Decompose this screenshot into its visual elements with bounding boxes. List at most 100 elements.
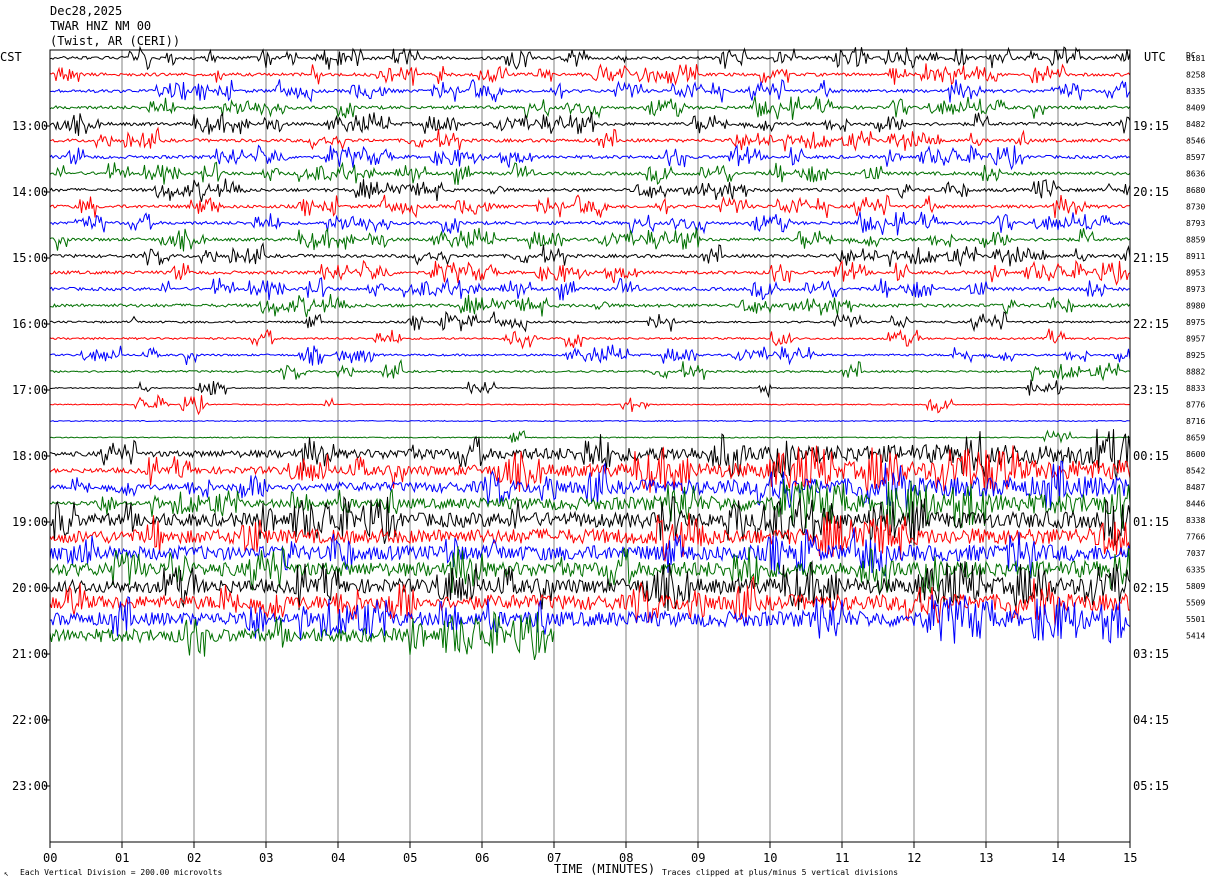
dc-offset-label: 8597 [1186, 153, 1205, 162]
seismic-trace [49, 429, 1130, 444]
seismic-trace [49, 227, 1131, 252]
seismic-trace [49, 111, 1131, 136]
seismic-trace [49, 211, 1131, 236]
dc-offset-label: 5509 [1186, 599, 1205, 608]
dc-offset-label: 8911 [1186, 252, 1205, 261]
left-hour-label: 18:00 [12, 449, 48, 463]
dc-offset-label: 8925 [1186, 351, 1205, 360]
seismic-trace [49, 194, 1131, 219]
seismic-trace [49, 594, 1131, 644]
dc-offset-label: 8546 [1186, 137, 1205, 146]
x-tick-label: 01 [115, 851, 129, 865]
left-hour-label: 17:00 [12, 383, 48, 397]
dc-offset-label: 8833 [1186, 384, 1205, 393]
seismic-trace [49, 379, 1131, 399]
dc-offset-label: 8181 [1186, 54, 1205, 63]
x-tick-label: 06 [475, 851, 489, 865]
cst-axis-label: CST [0, 50, 22, 64]
seismic-trace [49, 242, 1131, 268]
right-hour-label: 20:15 [1133, 185, 1169, 199]
footer-scale-note: Each Vertical Division = 200.00 microvol… [20, 868, 222, 877]
x-tick-label: 13 [979, 851, 993, 865]
left-hour-label: 13:00 [12, 119, 48, 133]
x-tick-label: 04 [331, 851, 345, 865]
left-hour-label: 15:00 [12, 251, 48, 265]
right-hour-label: 23:15 [1133, 383, 1169, 397]
dc-offset-label: 8953 [1186, 269, 1205, 278]
seismic-trace [49, 277, 1131, 301]
x-tick-label: 10 [763, 851, 777, 865]
dc-offset-label: 8680 [1186, 186, 1205, 195]
seismic-trace [49, 358, 1131, 382]
x-tick-label: 09 [691, 851, 705, 865]
dc-offset-label: 8258 [1186, 71, 1205, 80]
seismic-trace [49, 393, 1131, 416]
right-hour-label: 04:15 [1133, 713, 1169, 727]
x-axis-title: TIME (MINUTES) [554, 862, 655, 876]
dc-offset-label: 8793 [1186, 219, 1205, 228]
left-hour-label: 23:00 [12, 779, 48, 793]
dc-offset-label: 8446 [1186, 500, 1205, 509]
x-tick-label: 02 [187, 851, 201, 865]
dc-offset-label: 8716 [1186, 417, 1205, 426]
dc-offset-label: 8957 [1186, 335, 1205, 344]
dc-offset-label: 8973 [1186, 285, 1205, 294]
scale-mark-icon: ↖ [4, 869, 9, 878]
seismic-trace [49, 144, 1131, 171]
left-hour-label: 19:00 [12, 515, 48, 529]
dc-offset-label: 8487 [1186, 483, 1205, 492]
dc-offset-labels: 8181 8258 8335 8409 8482 8546 8597 8636 8680 8730… [1186, 54, 1205, 641]
dc-offset-label: 8776 [1186, 401, 1205, 410]
left-hour-label: 16:00 [12, 317, 48, 331]
utc-axis-label: UTC [1144, 50, 1166, 64]
dc-offset-label: 5501 [1186, 615, 1205, 624]
right-hour-label: 03:15 [1133, 647, 1169, 661]
x-tick-label: 14 [1051, 851, 1065, 865]
left-hour-label: 14:00 [12, 185, 48, 199]
left-hour-label: 20:00 [12, 581, 48, 595]
dc-offset-label: 8859 [1186, 236, 1205, 245]
dc-offset-label: 8600 [1186, 450, 1205, 459]
x-tick-label: 05 [403, 851, 417, 865]
seismic-trace [49, 259, 1131, 286]
x-tick-label: 11 [835, 851, 849, 865]
seismic-trace [49, 344, 1131, 366]
right-hour-label: 19:15 [1133, 119, 1169, 133]
right-hour-label: 02:15 [1133, 581, 1169, 595]
right-hour-labels: 19:15 20:15 21:15 22:15 23:15 00:15 01:15 02:15… [1133, 119, 1169, 793]
seismic-trace [49, 45, 1131, 71]
seismic-trace [49, 161, 1131, 186]
dc-offset-label: 8636 [1186, 170, 1205, 179]
right-hour-label: 01:15 [1133, 515, 1169, 529]
left-hour-labels: 13:00 14:00 15:00 16:00 17:00 18:00 19:00 20:00… [12, 119, 50, 793]
seismic-trace [49, 96, 1131, 120]
helicorder-plot: CST UTC DC 13:0014:0015:0016:0017:0018:0… [0, 45, 1205, 878]
dc-offset-label: 8542 [1186, 467, 1205, 476]
grid-lines [121, 50, 1059, 842]
x-tick-label: 00 [43, 851, 57, 865]
dc-offset-label: 7766 [1186, 533, 1205, 542]
x-tick-label: 03 [259, 851, 273, 865]
left-hour-label: 21:00 [12, 647, 48, 661]
seismic-traces [49, 45, 1131, 661]
dc-offset-label: 7037 [1186, 549, 1205, 558]
dc-offset-label: 5414 [1186, 632, 1205, 641]
dc-offset-label: 8882 [1186, 368, 1205, 377]
footer-clip-note: Traces clipped at plus/minus 5 vertical … [662, 868, 898, 877]
x-tick-label: 12 [907, 851, 921, 865]
dc-offset-label: 8730 [1186, 203, 1205, 212]
dc-offset-label: 8338 [1186, 516, 1205, 525]
dc-offset-label: 6335 [1186, 566, 1205, 575]
seismic-trace [49, 294, 1131, 318]
dc-offset-label: 8409 [1186, 104, 1205, 113]
dc-offset-label: 8980 [1186, 302, 1205, 311]
x-tick-label: 15 [1123, 851, 1137, 865]
dc-offset-label: 8975 [1186, 318, 1205, 327]
seismic-trace [49, 178, 1131, 202]
seismic-trace [49, 310, 1131, 333]
left-hour-label: 22:00 [12, 713, 48, 727]
dc-offset-label: 8659 [1186, 434, 1205, 443]
right-hour-label: 21:15 [1133, 251, 1169, 265]
dc-offset-label: 8335 [1186, 87, 1205, 96]
right-hour-label: 22:15 [1133, 317, 1169, 331]
